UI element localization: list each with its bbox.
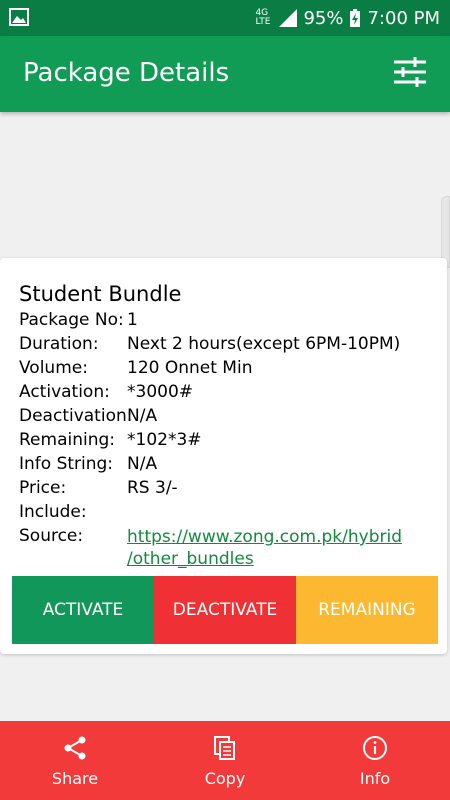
image-notification-icon <box>9 8 29 26</box>
source-link[interactable]: https://www.zong.com.pk/hybrid /other_bu… <box>127 526 417 570</box>
package-name: Student Bundle <box>19 282 182 306</box>
field-row: Deactivation: N/A <box>19 406 157 426</box>
field-row: Source: <box>19 526 127 546</box>
battery-charging-icon <box>350 9 361 27</box>
activate-button[interactable]: ACTIVATE <box>12 576 154 644</box>
field-label: Info String: <box>19 454 114 474</box>
info-button[interactable]: Info <box>300 721 450 800</box>
source-link-line1[interactable]: https://www.zong.com.pk/hybrid <box>127 526 417 548</box>
bottom-nav: Share Copy Info <box>0 721 450 800</box>
field-row: Info String: N/A <box>19 454 157 474</box>
remaining-button[interactable]: REMAINING <box>296 576 438 644</box>
network-indicator: 4G LTE <box>255 8 271 27</box>
field-value: N/A <box>127 454 158 474</box>
source-link-line2[interactable]: /other_bundles <box>127 548 417 570</box>
field-label: Duration: <box>19 334 99 354</box>
clock: 7:00 PM <box>367 7 440 29</box>
field-label: Package No: <box>19 310 124 330</box>
field-label: Deactivation: <box>19 406 133 426</box>
field-label: Source: <box>19 526 84 546</box>
signal-icon <box>279 9 298 27</box>
field-label: Activation: <box>19 382 110 402</box>
field-value: *3000# <box>127 382 194 402</box>
field-label: Remaining: <box>19 430 115 450</box>
field-row: Volume: 120 Onnet Min <box>19 358 252 378</box>
package-card: Student Bundle Package No: 1 Duration: N… <box>0 258 447 654</box>
field-label: Price: <box>19 478 67 498</box>
app-bar: Package Details <box>0 36 450 112</box>
copy-icon <box>214 736 235 760</box>
page-title: Package Details <box>23 58 230 88</box>
field-value: 120 Onnet Min <box>127 358 253 378</box>
field-label: Include: <box>19 502 87 522</box>
info-icon <box>363 736 387 760</box>
field-label: Volume: <box>19 358 88 378</box>
share-button[interactable]: Share <box>0 721 150 800</box>
share-icon <box>64 736 86 760</box>
field-row: Package No: 1 <box>19 310 138 330</box>
field-row: Duration: Next 2 hours(except 6PM-10PM) <box>19 334 400 354</box>
field-value: 1 <box>127 310 138 330</box>
info-label: Info <box>359 769 391 788</box>
field-value: RS 3/- <box>127 478 178 498</box>
deactivate-button[interactable]: DEACTIVATE <box>154 576 296 644</box>
field-value: *102*3# <box>127 430 202 450</box>
share-label: Share <box>51 769 99 788</box>
field-row: Include: <box>19 502 127 522</box>
tune-icon[interactable] <box>392 54 428 90</box>
field-row: Price: RS 3/- <box>19 478 178 498</box>
copy-button[interactable]: Copy <box>150 721 300 800</box>
status-bar: 4G LTE 95% 7:00 PM <box>0 0 450 36</box>
field-row: Activation: *3000# <box>19 382 193 402</box>
action-buttons: ACTIVATE DEACTIVATE REMAINING <box>12 576 438 644</box>
field-row: Remaining: *102*3# <box>19 430 202 450</box>
copy-label: Copy <box>204 769 246 788</box>
field-value: N/A <box>127 406 158 426</box>
battery-percent: 95% <box>303 7 344 29</box>
field-value: Next 2 hours(except 6PM-10PM) <box>127 334 401 354</box>
